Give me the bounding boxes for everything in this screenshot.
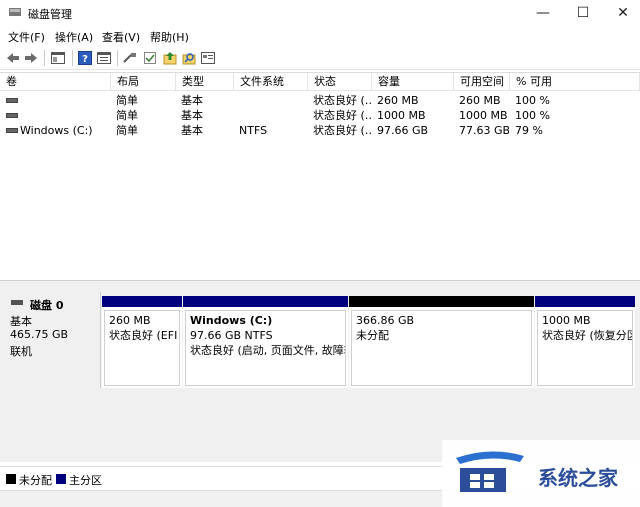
disk-type: 基本	[10, 315, 32, 328]
forward-arrow-icon[interactable]	[23, 50, 39, 66]
watermark: 系统之家	[442, 440, 640, 507]
partition-status: 状态良好 (恢复分区	[542, 329, 633, 342]
partition-recovery[interactable]: 1000 MB 状态良好 (恢复分区	[535, 296, 635, 388]
toolbar: ?	[0, 46, 640, 70]
partition-body: Windows (C:) 97.66 GB NTFS 状态良好 (启动, 页面文…	[185, 310, 346, 386]
cell-filesystem: NTFS	[239, 124, 268, 137]
cell-free-space: 260 MB	[459, 94, 501, 107]
cell-type: 基本	[181, 109, 203, 122]
watermark-text: 系统之家	[538, 466, 618, 490]
menu-action[interactable]: 操作(A)	[55, 29, 93, 45]
volume-list-header: 卷 布局 类型 文件系统 状态 容量 可用空间 % 可用	[0, 73, 640, 91]
check-icon[interactable]	[142, 50, 158, 66]
column-header-capacity[interactable]: 容量	[372, 73, 454, 91]
column-header-status[interactable]: 状态	[308, 73, 372, 91]
legend-swatch-primary	[56, 474, 66, 484]
cell-layout: 简单	[116, 124, 138, 137]
partition-bar	[535, 296, 635, 307]
disk-state: 联机	[10, 345, 32, 358]
cell-layout: 简单	[116, 94, 138, 107]
partition-status: 状态良好 (启动, 页面文件, 故障转	[190, 344, 346, 357]
details-icon[interactable]	[200, 50, 216, 66]
cell-filesystem	[239, 108, 307, 123]
partition-size: 260 MB	[109, 314, 151, 327]
partition-bar	[349, 296, 534, 307]
column-header-percent-free[interactable]: % 可用	[510, 73, 640, 91]
table-row[interactable]: 简单 基本 状态良好 (… 1000 MB 1000 MB 100 %	[0, 108, 640, 123]
back-arrow-icon[interactable]	[5, 50, 21, 66]
cell-filesystem	[239, 93, 307, 108]
partition-size: 1000 MB	[542, 314, 591, 327]
menu-help[interactable]: 帮助(H)	[150, 29, 189, 45]
toolbar-separator	[44, 50, 45, 66]
column-header-free-space[interactable]: 可用空间	[454, 73, 510, 91]
watermark-logo-icon	[456, 451, 524, 492]
disk-size: 465.75 GB	[10, 328, 69, 341]
cell-volume	[20, 108, 110, 123]
partition-status: 状态良好 (EFI 系	[109, 329, 179, 342]
menu-view[interactable]: 查看(V)	[102, 29, 140, 45]
volume-list: 卷 布局 类型 文件系统 状态 容量 可用空间 % 可用 简单 基本 状态良好 …	[0, 72, 640, 280]
cell-free-space: 1000 MB	[459, 109, 508, 122]
up-icon[interactable]	[162, 50, 178, 66]
toolbar-separator	[117, 50, 118, 66]
legend-label-primary: 主分区	[69, 474, 102, 487]
partition-status: 未分配	[356, 329, 389, 342]
legend-swatch-unallocated	[6, 474, 16, 484]
disk-view: 磁盘 0 基本 465.75 GB 联机 260 MB 状态良好 (EFI 系 …	[0, 284, 640, 462]
cell-percent-free: 79 %	[515, 124, 543, 137]
connect-icon[interactable]	[122, 50, 138, 66]
partition-size: 97.66 GB NTFS	[190, 329, 273, 342]
partition-bar	[102, 296, 182, 307]
cell-type: 基本	[181, 124, 203, 137]
volume-icon	[6, 113, 18, 118]
help-icon[interactable]: ?	[77, 50, 93, 66]
cell-volume: Windows (C:)	[20, 124, 93, 137]
partition-body: 366.86 GB 未分配	[351, 310, 532, 386]
partition-name: Windows (C:)	[190, 314, 273, 327]
svg-text:?: ?	[82, 54, 88, 65]
partition-efi[interactable]: 260 MB 状态良好 (EFI 系	[102, 296, 182, 388]
cell-status: 状态良好 (…	[313, 124, 371, 137]
cell-status: 状态良好 (…	[313, 109, 371, 122]
volume-icon	[6, 98, 18, 103]
close-button[interactable]: ✕	[600, 0, 640, 26]
partition-body: 1000 MB 状态良好 (恢复分区	[537, 310, 633, 386]
window-title: 磁盘管理	[28, 8, 72, 21]
column-header-volume[interactable]: 卷	[0, 73, 111, 91]
properties-icon[interactable]	[96, 50, 112, 66]
column-header-layout[interactable]: 布局	[111, 73, 176, 91]
cell-status: 状态良好 (…	[313, 94, 371, 107]
partition-bar	[183, 296, 348, 307]
menu-bar: 文件(F) 操作(A) 查看(V) 帮助(H)	[0, 26, 640, 46]
volume-icon	[6, 128, 18, 133]
partition-size: 366.86 GB	[356, 314, 415, 327]
table-row[interactable]: Windows (C:) 简单 基本 NTFS 状态良好 (… 97.66 GB…	[0, 123, 640, 138]
partition-windows-c[interactable]: Windows (C:) 97.66 GB NTFS 状态良好 (启动, 页面文…	[183, 296, 348, 388]
partition-unallocated[interactable]: 366.86 GB 未分配	[349, 296, 534, 388]
toolbar-separator	[72, 50, 73, 66]
partition-body: 260 MB 状态良好 (EFI 系	[104, 310, 180, 386]
cell-layout: 简单	[116, 109, 138, 122]
column-header-type[interactable]: 类型	[176, 73, 234, 91]
disk-icon	[11, 300, 23, 305]
disk-name: 磁盘 0	[30, 299, 64, 312]
cell-volume	[20, 93, 110, 108]
menu-file[interactable]: 文件(F)	[8, 29, 45, 45]
title-bar: 磁盘管理 — ☐ ✕	[0, 0, 640, 26]
legend-label-unallocated: 未分配	[19, 474, 52, 487]
cell-percent-free: 100 %	[515, 94, 550, 107]
cell-free-space: 77.63 GB	[459, 124, 509, 137]
cell-capacity: 260 MB	[377, 94, 419, 107]
cell-capacity: 1000 MB	[377, 109, 426, 122]
cell-type: 基本	[181, 94, 203, 107]
show-hide-tree-icon[interactable]	[50, 50, 66, 66]
table-row[interactable]: 简单 基本 状态良好 (… 260 MB 260 MB 100 %	[0, 93, 640, 108]
search-icon[interactable]	[181, 50, 197, 66]
disk-management-app-icon	[9, 8, 21, 16]
disk-0-info[interactable]: 磁盘 0 基本 465.75 GB 联机	[4, 292, 101, 388]
column-header-filesystem[interactable]: 文件系统	[234, 73, 308, 91]
cell-percent-free: 100 %	[515, 109, 550, 122]
cell-capacity: 97.66 GB	[377, 124, 429, 137]
